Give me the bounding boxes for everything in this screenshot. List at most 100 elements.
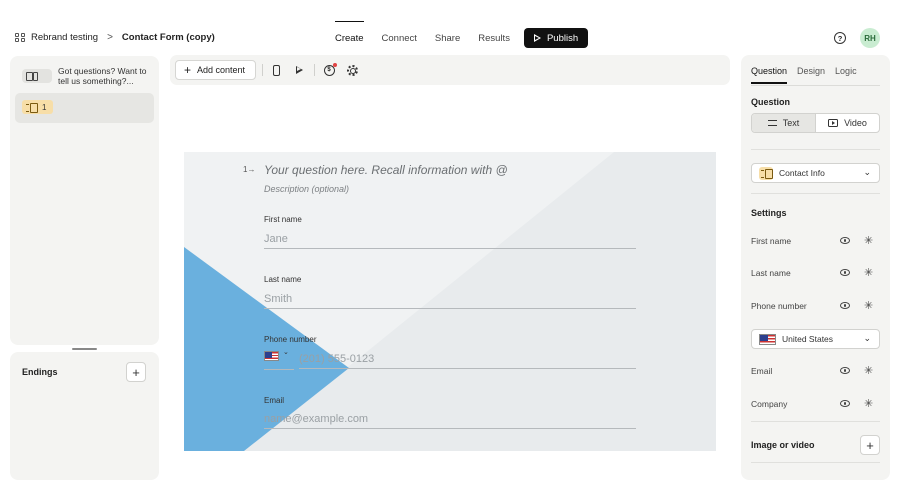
tab-design[interactable]: Design	[797, 66, 825, 76]
gear-icon	[346, 64, 358, 76]
question-number: 1	[42, 102, 47, 112]
question-heading: Question	[751, 97, 791, 107]
setting-label: Email	[751, 366, 773, 376]
question-badge: 1	[22, 100, 53, 114]
contact-info-icon	[26, 103, 38, 113]
first-name-placeholder: Jane	[264, 233, 288, 245]
email-field[interactable]: name@example.com	[264, 411, 636, 429]
form-preview-canvas: 1→ Your question here. Recall informatio…	[184, 152, 716, 451]
question-type-label: Contact Info	[779, 168, 825, 178]
tab-logic[interactable]: Logic	[835, 66, 857, 76]
answer-type-text-label: Text	[782, 118, 800, 128]
toolbar-divider	[262, 64, 263, 76]
coin-icon: $	[323, 62, 337, 76]
required-asterisk-icon[interactable]: ✳	[864, 397, 873, 411]
question-title[interactable]: Your question here. Recall information w…	[264, 163, 508, 177]
eye-icon[interactable]	[840, 367, 850, 374]
last-name-label: Last name	[264, 275, 302, 284]
required-asterisk-icon[interactable]: ✳	[864, 364, 873, 378]
workspace-grid-icon	[15, 32, 25, 43]
setting-label: First name	[751, 236, 792, 246]
answer-type-text[interactable]: Text	[752, 114, 816, 132]
add-content-button[interactable]: + Add content	[175, 60, 256, 80]
add-ending-button[interactable]: +	[126, 362, 146, 382]
tab-question[interactable]: Question	[751, 66, 788, 84]
send-icon	[533, 34, 541, 42]
welcome-screen-icon	[22, 69, 52, 83]
preview-play-button[interactable]	[292, 63, 306, 77]
help-icon[interactable]: ?	[834, 32, 846, 44]
chevron-down-icon: ⌄	[863, 333, 871, 343]
tab-connect[interactable]: Connect	[382, 29, 417, 48]
plus-icon: +	[184, 63, 192, 77]
top-bar: Rebrand testing > Contact Form (copy) Cr…	[0, 0, 900, 52]
question-list-panel: Got questions? Want to tell us something…	[10, 56, 159, 345]
welcome-screen-item[interactable]: Got questions? Want to tell us something…	[22, 66, 150, 86]
answer-type-toggle: Text Video	[751, 113, 880, 133]
add-content-label: Add content	[197, 65, 246, 75]
answer-type-video[interactable]: Video	[816, 114, 879, 132]
setting-row-first-name: First name ✳	[751, 235, 880, 249]
tab-share[interactable]: Share	[435, 29, 460, 48]
phone-number-label: Phone number	[264, 335, 317, 344]
notification-dot	[332, 62, 337, 67]
section-divider	[751, 462, 880, 463]
first-name-label: First name	[264, 215, 302, 224]
editor-toolbar: + Add content $	[170, 55, 730, 85]
breadcrumb-workspace[interactable]: Rebrand testing	[31, 32, 98, 43]
breadcrumb: Rebrand testing > Contact Form (copy)	[15, 32, 215, 43]
last-name-placeholder: Smith	[264, 293, 293, 305]
welcome-screen-text: Got questions? Want to tell us something…	[58, 66, 147, 86]
main-nav-tabs: Create Connect Share Results Publish	[335, 20, 589, 48]
settings-heading: Settings	[751, 208, 787, 218]
default-country-select[interactable]: United States ⌄	[751, 329, 880, 349]
us-flag-icon	[759, 333, 776, 345]
eye-icon[interactable]	[840, 400, 850, 407]
tabs-divider	[751, 85, 880, 86]
endings-title: Endings	[22, 367, 58, 377]
first-name-field[interactable]: Jane	[264, 231, 636, 249]
default-country-label: United States	[782, 334, 834, 344]
contact-info-badge	[759, 166, 773, 180]
user-avatar[interactable]: RH	[860, 28, 880, 48]
setting-label: Last name	[751, 268, 791, 278]
coin-symbol: $	[327, 67, 331, 73]
breadcrumb-form-name[interactable]: Contact Form (copy)	[122, 32, 215, 43]
payments-button[interactable]: $	[322, 62, 337, 77]
question-list-item[interactable]: 1	[15, 93, 154, 123]
phone-number-field[interactable]: (201) 555-0123	[299, 351, 636, 369]
required-asterisk-icon[interactable]: ✳	[864, 266, 873, 280]
eye-icon[interactable]	[840, 302, 850, 309]
question-type-select[interactable]: Contact Info ⌄	[751, 163, 880, 183]
breadcrumb-separator: >	[107, 32, 113, 43]
eye-icon[interactable]	[840, 237, 850, 244]
us-flag-icon[interactable]	[264, 351, 279, 361]
setting-row-phone-number: Phone number ✳	[751, 300, 880, 314]
publish-label: Publish	[546, 32, 579, 44]
setting-row-company: Company ✳	[751, 398, 880, 412]
publish-button[interactable]: Publish	[523, 28, 589, 48]
setting-row-email: Email ✳	[751, 365, 880, 379]
setting-row-last-name: Last name ✳	[751, 267, 880, 281]
required-asterisk-icon[interactable]: ✳	[864, 299, 873, 313]
mobile-preview-button[interactable]	[269, 63, 283, 77]
required-asterisk-icon[interactable]: ✳	[864, 234, 873, 248]
tab-create[interactable]: Create	[335, 20, 364, 48]
play-icon	[295, 66, 303, 74]
phone-icon	[272, 64, 280, 76]
settings-button[interactable]	[345, 63, 359, 77]
country-chevron-icon[interactable]: ⌄	[283, 348, 289, 356]
phone-number-placeholder: (201) 555-0123	[299, 353, 375, 365]
country-selector-underline	[264, 369, 294, 370]
panel-resize-handle[interactable]	[72, 348, 97, 350]
section-divider	[751, 421, 880, 422]
tab-results[interactable]: Results	[478, 29, 510, 48]
last-name-field[interactable]: Smith	[264, 291, 636, 309]
setting-label: Phone number	[751, 301, 807, 311]
add-image-video-button[interactable]: +	[860, 435, 880, 455]
email-label: Email	[264, 396, 285, 405]
endings-panel: Endings +	[10, 352, 159, 480]
question-description[interactable]: Description (optional)	[264, 184, 349, 194]
section-divider	[751, 149, 880, 150]
eye-icon[interactable]	[840, 269, 850, 276]
